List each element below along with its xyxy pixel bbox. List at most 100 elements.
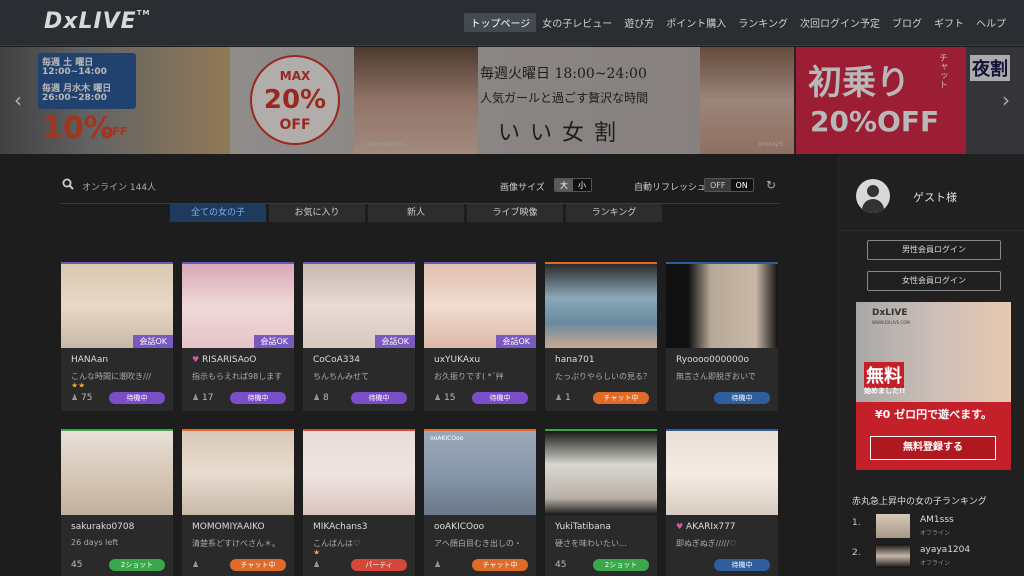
- tab-live-video[interactable]: ライブ映像: [467, 204, 563, 222]
- performer-thumbnail[interactable]: [545, 431, 657, 515]
- rank-name[interactable]: AM1sss: [920, 515, 954, 525]
- refresh-icon[interactable]: ↻: [766, 178, 776, 192]
- size-small-option[interactable]: 小: [573, 179, 591, 191]
- performer-thumbnail[interactable]: ooAKICOoo: [424, 431, 536, 515]
- performer-card[interactable]: Ryoooo000000o 無言さん即脱ぎおいで 待機中: [666, 262, 778, 411]
- performer-name[interactable]: HANAan: [61, 348, 173, 365]
- dxlive-logo[interactable]: DxLIVETM: [44, 9, 150, 34]
- performer-card[interactable]: ooAKICOoo ooAKICOoo アヘ顔白目むき出しの・ ♟ チャット中: [424, 429, 536, 576]
- banner-slide-iionna[interactable]: MAX 20% OFF natumitshon 毎週火曜日 18:00~24:0…: [230, 47, 794, 154]
- tab-all-girls[interactable]: 全ての女の子: [170, 204, 266, 222]
- viewer-count: 45: [555, 560, 567, 570]
- performer-thumbnail[interactable]: 会話OK: [61, 264, 173, 348]
- rank-thumbnail[interactable]: [876, 544, 910, 568]
- performer-thumbnail[interactable]: 会話OK: [424, 264, 536, 348]
- performer-thumbnail[interactable]: [545, 264, 657, 348]
- chevron-right-icon[interactable]: ›: [996, 87, 1016, 113]
- banner-off: OFF: [103, 125, 128, 138]
- nav-next-login[interactable]: 次回ログイン予定: [794, 13, 886, 32]
- card-footer: ♟ 75 待機中: [61, 387, 173, 411]
- card-footer: 45 2ショット: [545, 554, 657, 576]
- banner-slide-weekday[interactable]: 毎週 土 曜日 12:00~14:00 毎週 月水木 曜日 26:00~28:0…: [0, 47, 230, 154]
- status-badge: 待機中: [714, 392, 770, 404]
- performer-thumbnail[interactable]: [61, 431, 173, 515]
- female-login-button[interactable]: 女性会員ログイン: [867, 271, 1001, 291]
- viewer-count: 75: [81, 393, 93, 403]
- performer-card[interactable]: 会話OK HANAan こんな時間に潮吹き///★★ ♟ 75 待機中: [61, 262, 173, 411]
- auto-refresh-toggle[interactable]: OFF ON: [704, 178, 754, 192]
- performer-name[interactable]: sakurako0708: [61, 515, 173, 532]
- refresh-on-option[interactable]: ON: [730, 179, 753, 191]
- free-register-button[interactable]: 無料登録する: [870, 436, 996, 460]
- person-icon: ♟: [434, 560, 442, 569]
- performer-name[interactable]: YukiTatibana: [545, 515, 657, 532]
- performer-thumbnail[interactable]: [182, 431, 294, 515]
- nav-how-to-play[interactable]: 遊び方: [618, 13, 660, 32]
- performer-message: 26 days left: [71, 538, 119, 547]
- banner-discount: 20%OFF: [810, 105, 940, 138]
- performer-name[interactable]: MIKAchans3: [303, 515, 415, 532]
- nav-top-page[interactable]: トップページ: [464, 13, 537, 32]
- guest-avatar[interactable]: [856, 179, 890, 213]
- tab-ranking[interactable]: ランキング: [566, 204, 662, 222]
- performer-thumbnail[interactable]: [666, 431, 778, 515]
- performer-card[interactable]: 会話OK CoCoA334 ちんちんみせて ♟ 8 待機中: [303, 262, 415, 411]
- status-badge: チャット中: [593, 392, 649, 404]
- performer-name[interactable]: ♥ RISARISAoO: [182, 348, 294, 365]
- card-footer: ♟ 1 チャット中: [545, 387, 657, 411]
- nav-ranking[interactable]: ランキング: [732, 13, 794, 32]
- heart-icon: ♥: [192, 355, 200, 364]
- nav-buy-points[interactable]: ポイント購入: [660, 13, 732, 32]
- performer-name[interactable]: CoCoA334: [303, 348, 415, 365]
- size-large-option[interactable]: 大: [555, 179, 573, 191]
- refresh-off-option[interactable]: OFF: [705, 179, 731, 191]
- performer-name[interactable]: uxYUKAxu: [424, 348, 536, 365]
- chevron-left-icon[interactable]: ‹: [8, 87, 28, 113]
- main-nav: トップページ 女の子レビュー 遊び方 ポイント購入 ランキング 次回ログイン予定…: [464, 13, 1012, 32]
- search-icon[interactable]: [62, 178, 74, 190]
- performer-name[interactable]: ♥ AKARIx777: [666, 515, 778, 532]
- free-signup-ad[interactable]: DxLIVE WWW.DXLIVE.COM 無料 始めました!! ¥0 ゼロ円で…: [856, 302, 1011, 470]
- male-login-button[interactable]: 男性会員ログイン: [867, 240, 1001, 260]
- performer-card[interactable]: 会話OK uxYUKAxu お久振りです( *ˊ艸 ♟ 15 待機中: [424, 262, 536, 411]
- performer-card[interactable]: 会話OK ♥ RISARISAoO 指示もらえれば98します ♟ 17 待機中: [182, 262, 294, 411]
- talk-ok-badge: 会話OK: [496, 335, 536, 348]
- viewer-count: 1: [565, 393, 571, 403]
- right-sidebar: ゲスト様 男性会員ログイン 女性会員ログイン DxLIVE WWW.DXLIVE…: [838, 154, 1024, 576]
- performer-card[interactable]: sakurako0708 26 days left 45 2ショット: [61, 429, 173, 576]
- performer-thumbnail[interactable]: 会話OK: [182, 264, 294, 348]
- performer-thumbnail[interactable]: [303, 431, 415, 515]
- banner-line: 12:00~14:00: [42, 67, 107, 77]
- performer-message: 無言さん即脱ぎおいで: [676, 372, 756, 381]
- person-icon: ♟: [71, 393, 79, 402]
- tab-newcomers[interactable]: 新人: [368, 204, 464, 222]
- nav-reviews[interactable]: 女の子レビュー: [536, 13, 618, 32]
- viewer-count: 15: [444, 393, 456, 403]
- status-badge: 2ショット: [109, 559, 165, 571]
- promo-banner-carousel[interactable]: 毎週 土 曜日 12:00~14:00 毎週 月水木 曜日 26:00~28:0…: [0, 47, 1024, 154]
- ranking-item[interactable]: 2. ayaya1204 オフライン: [852, 544, 1022, 568]
- performer-name[interactable]: hana701: [545, 348, 657, 365]
- performer-card[interactable]: hana701 たっぷりやらしいの見る？ ♟ 1 チャット中: [545, 262, 657, 411]
- sidebar-divider: [839, 230, 1024, 231]
- performer-card[interactable]: YukiTatibana 硬さを味わいたい... 45 2ショット: [545, 429, 657, 576]
- performer-card[interactable]: ♥ AKARIx777 即ぬぎぬぎ/////♡ 待機中: [666, 429, 778, 576]
- rank-thumbnail[interactable]: [876, 514, 910, 538]
- performer-name[interactable]: ooAKICOoo: [424, 515, 536, 532]
- performer-thumbnail[interactable]: [666, 264, 778, 348]
- nav-help[interactable]: ヘルプ: [970, 13, 1012, 32]
- tab-favorites[interactable]: お気に入り: [269, 204, 365, 222]
- performer-name[interactable]: Ryoooo000000o: [666, 348, 778, 365]
- rank-name[interactable]: ayaya1204: [920, 545, 970, 555]
- performer-card[interactable]: MOMOMIYAAIKO 清楚系どすけべさん＊。 ♟ チャット中: [182, 429, 294, 576]
- ad-brand: DxLIVE: [872, 308, 908, 318]
- nav-blog[interactable]: ブログ: [886, 13, 928, 32]
- performer-name[interactable]: MOMOMIYAAIKO: [182, 515, 294, 532]
- performer-thumbnail[interactable]: 会話OK: [303, 264, 415, 348]
- banner-slide-first-chat[interactable]: 初乗り 20%OFF チャット: [796, 47, 966, 154]
- image-size-toggle[interactable]: 大 小: [554, 178, 592, 192]
- performer-card[interactable]: MIKAchans3 こんばんは♡ ★ ♟ パーティ: [303, 429, 415, 576]
- nav-gift[interactable]: ギフト: [928, 13, 970, 32]
- ranking-item[interactable]: 1. AM1sss オフライン: [852, 514, 1022, 538]
- auto-refresh-label: 自動リフレッシュ: [634, 183, 707, 193]
